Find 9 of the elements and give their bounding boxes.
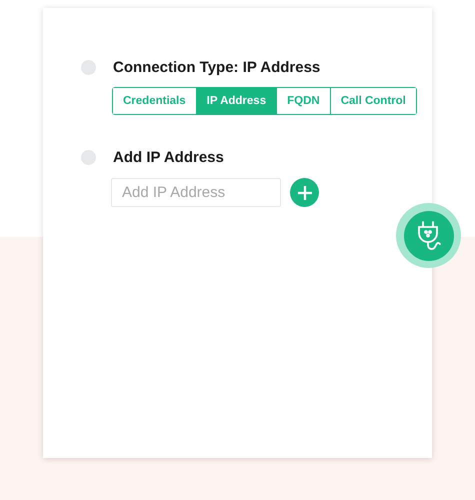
- section-title: Add IP Address: [113, 149, 224, 166]
- tab[interactable]: Call Control: [330, 88, 416, 114]
- step-dot: [81, 150, 96, 165]
- section-title: Connection Type: IP Address: [113, 59, 320, 76]
- input-field[interactable]: Add IP Address: [111, 178, 281, 207]
- step-dot: [81, 60, 96, 75]
- plus-icon: [298, 186, 312, 200]
- tab[interactable]: IP Address: [196, 88, 276, 114]
- add-button[interactable]: [290, 178, 319, 207]
